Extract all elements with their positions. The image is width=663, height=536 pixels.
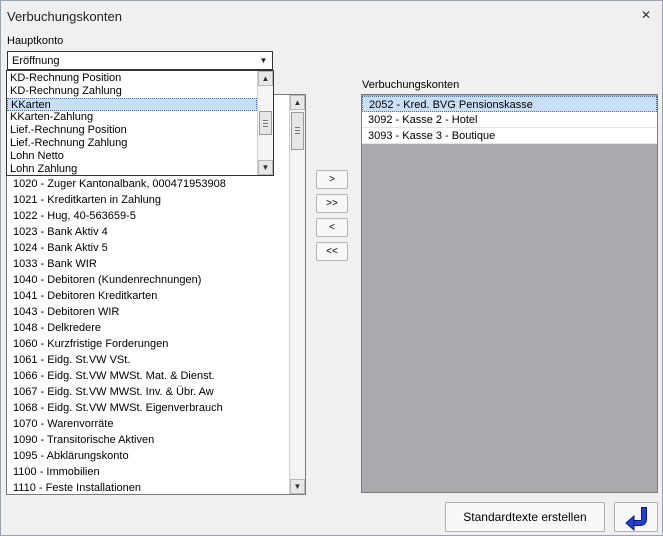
dropdown-item[interactable]: Lief.-Rechnung Zahlung: [7, 137, 257, 150]
add-all-button[interactable]: >>: [316, 194, 348, 213]
verbuchungskonten-label: Verbuchungskonten: [362, 79, 460, 91]
list-item[interactable]: 1041 - Debitoren Kreditkarten: [7, 288, 287, 304]
dropdown-item[interactable]: KD-Rechnung Position: [7, 72, 257, 85]
scroll-up-arrow-icon[interactable]: ▲: [290, 95, 305, 110]
list-item[interactable]: 3092 - Kasse 2 - Hotel: [362, 112, 657, 128]
list-item[interactable]: 1070 - Warenvorräte: [7, 416, 287, 432]
dropdown-item[interactable]: Lief.-Rechnung Position: [7, 124, 257, 137]
list-item[interactable]: 1043 - Debitoren WIR: [7, 304, 287, 320]
list-item[interactable]: 1066 - Eidg. St.VW MWSt. Mat. & Dienst.: [7, 368, 287, 384]
hauptkonto-dropdown[interactable]: KD-Rechnung Position KD-Rechnung Zahlung K…: [6, 70, 274, 176]
hauptkonto-combo[interactable]: Eröffnung ▼: [7, 51, 273, 70]
verbuchungskonten-list[interactable]: 2052 - Kred. BVG Pensionskasse 3092 - Kas…: [361, 94, 658, 493]
scroll-thumb[interactable]: [259, 111, 272, 135]
scroll-thumb[interactable]: [291, 112, 304, 150]
list-item[interactable]: 1040 - Debitoren (Kundenrechnungen): [7, 272, 287, 288]
dropdown-item[interactable]: KKarten: [7, 98, 257, 111]
list-item[interactable]: 1068 - Eidg. St.VW MWSt. Eigenverbrauch: [7, 400, 287, 416]
list-item[interactable]: 3093 - Kasse 3 - Boutique: [362, 128, 657, 144]
list-item[interactable]: 1110 - Feste Installationen: [7, 480, 287, 494]
list-item[interactable]: 1022 - Hug, 40-563659-5: [7, 208, 287, 224]
return-arrow-icon: [625, 507, 647, 532]
dropdown-item[interactable]: Lohn Zahlung: [7, 163, 257, 175]
list-item[interactable]: 1067 - Eidg. St.VW MWSt. Inv. & Übr. Aw: [7, 384, 287, 400]
list-item[interactable]: 1100 - Immobilien: [7, 464, 287, 480]
dropdown-scrollbar[interactable]: ▲ ▼: [257, 71, 273, 175]
window-title: Verbuchungskonten: [7, 9, 122, 24]
list-item[interactable]: 1021 - Kreditkarten in Zahlung: [7, 192, 287, 208]
remove-all-button[interactable]: <<: [316, 242, 348, 261]
scroll-up-arrow-icon[interactable]: ▲: [258, 71, 273, 86]
dropdown-item[interactable]: Lohn Netto: [7, 150, 257, 163]
close-button[interactable]: ✕: [638, 7, 654, 23]
title-bar: Verbuchungskonten ✕: [1, 1, 662, 31]
konten-scrollbar[interactable]: ▲ ▼: [289, 95, 305, 494]
scroll-down-arrow-icon[interactable]: ▼: [258, 160, 273, 175]
dropdown-item[interactable]: KD-Rechnung Zahlung: [7, 85, 257, 98]
scroll-down-arrow-icon[interactable]: ▼: [290, 479, 305, 494]
standardtexte-erstellen-button[interactable]: Standardtexte erstellen: [445, 502, 605, 532]
list-item[interactable]: 1033 - Bank WIR: [7, 256, 287, 272]
hauptkonto-label: Hauptkonto: [7, 35, 64, 47]
add-selected-button[interactable]: >: [316, 170, 348, 189]
remove-selected-button[interactable]: <: [316, 218, 348, 237]
hauptkonto-selected-value: Eröffnung: [12, 55, 60, 67]
list-item[interactable]: 1020 - Zuger Kantonalbank, 000471953908: [7, 176, 287, 192]
dropdown-item[interactable]: KKarten-Zahlung: [7, 111, 257, 124]
list-item[interactable]: 1090 - Transitorische Aktiven: [7, 432, 287, 448]
list-item[interactable]: 1023 - Bank Aktiv 4: [7, 224, 287, 240]
list-item[interactable]: 1095 - Abklärungskonto: [7, 448, 287, 464]
list-item[interactable]: 2052 - Kred. BVG Pensionskasse: [362, 96, 657, 112]
return-button[interactable]: [614, 502, 658, 532]
dialog-window: Verbuchungskonten ✕ Hauptkonto 1020 - Zu…: [0, 0, 663, 536]
chevron-down-icon[interactable]: ▼: [257, 54, 270, 67]
list-item[interactable]: 1061 - Eidg. St.VW VSt.: [7, 352, 287, 368]
list-item[interactable]: 1048 - Delkredere: [7, 320, 287, 336]
list-item[interactable]: 1024 - Bank Aktiv 5: [7, 240, 287, 256]
list-item[interactable]: 1060 - Kurzfristige Forderungen: [7, 336, 287, 352]
